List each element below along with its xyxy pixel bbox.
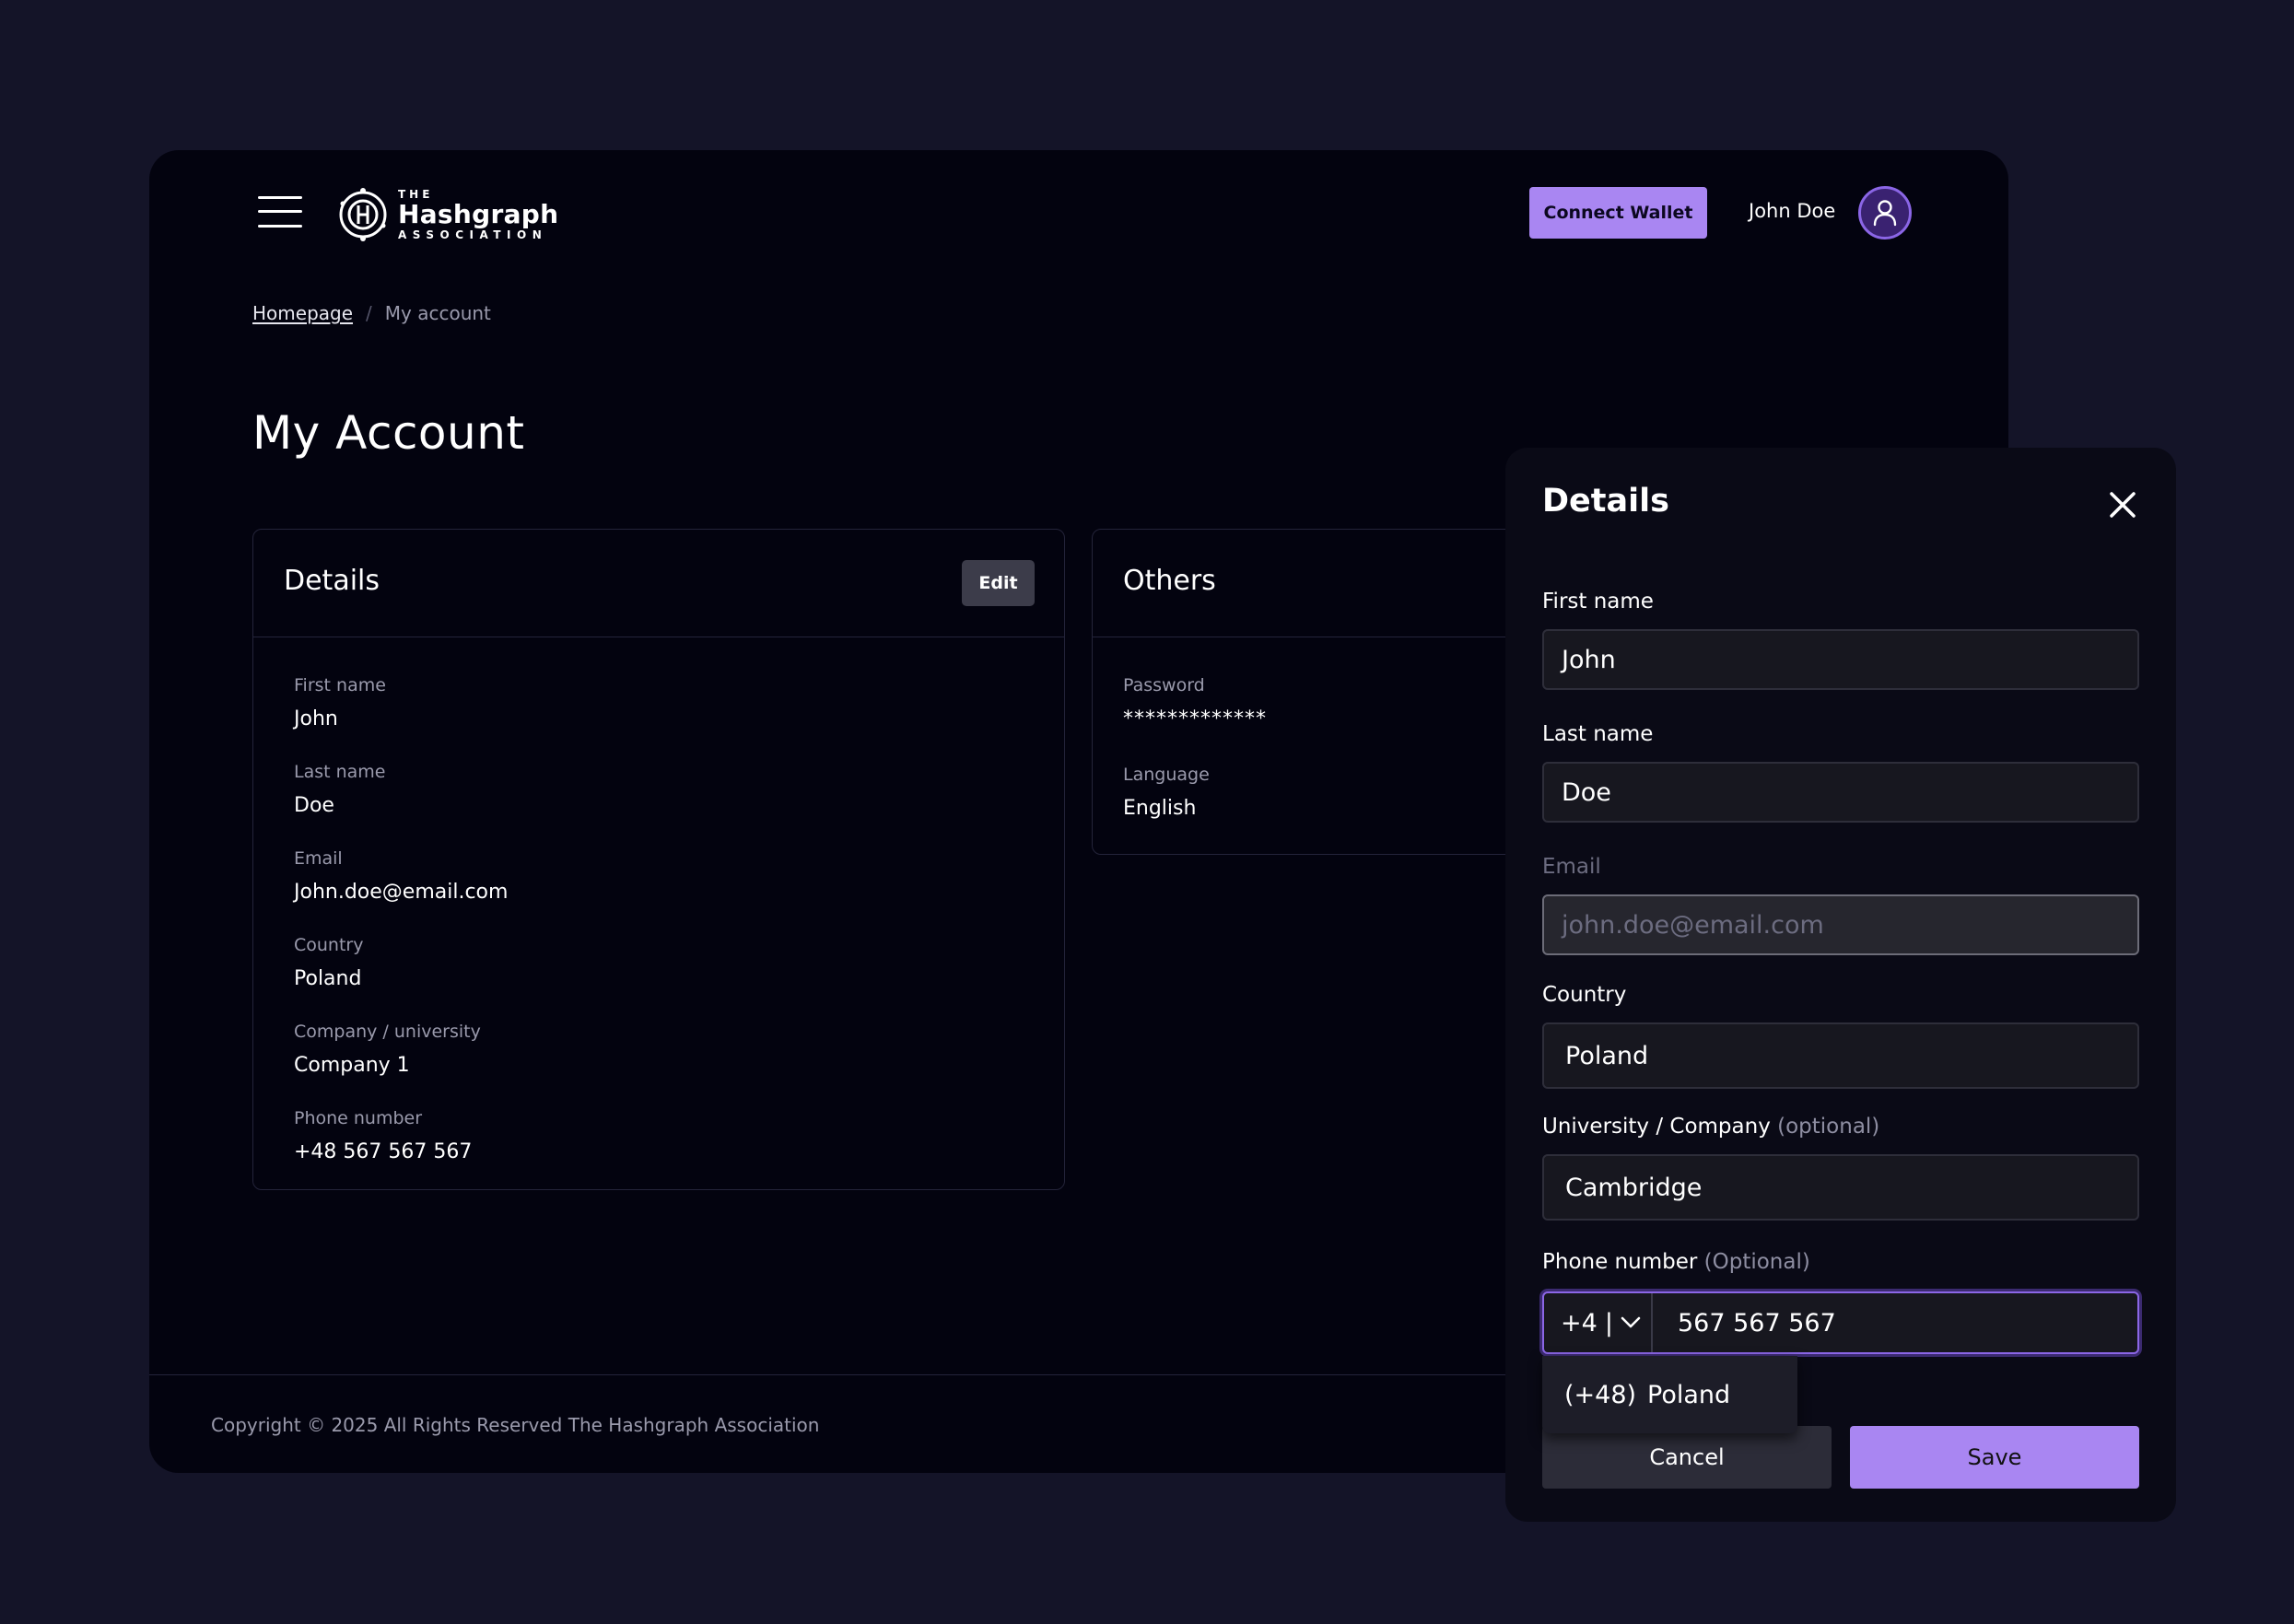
modal-title: Details bbox=[1542, 483, 1669, 520]
page-title: My Account bbox=[252, 406, 525, 460]
field-label: Company / university bbox=[294, 1022, 481, 1042]
user-name[interactable]: John Doe bbox=[1749, 200, 1835, 222]
breadcrumb-home-link[interactable]: Homepage bbox=[252, 302, 353, 324]
email-field: john.doe@email.com bbox=[1542, 894, 2139, 955]
email-label: Email bbox=[1542, 855, 1601, 879]
country-label: Country bbox=[1542, 983, 1627, 1007]
field-value: English bbox=[1123, 797, 1197, 820]
logo-line-name: Hashgraph bbox=[398, 199, 559, 229]
other-language: Language English bbox=[1123, 765, 1210, 820]
phone-input-group: +4 | 567 567 567 bbox=[1542, 1291, 2139, 1354]
detail-phone: Phone number +48 567 567 567 bbox=[294, 1108, 472, 1163]
phone-code-separator: | bbox=[1604, 1308, 1613, 1338]
last-name-label: Last name bbox=[1542, 722, 1654, 746]
logo[interactable]: THE Hashgraph ASSOCIATION bbox=[337, 185, 558, 244]
connect-wallet-button[interactable]: Connect Wallet bbox=[1529, 187, 1707, 239]
phone-label: Phone number (Optional) bbox=[1542, 1250, 1810, 1274]
phone-label-text: Phone number bbox=[1542, 1250, 1698, 1274]
field-value: ************* bbox=[1123, 707, 1267, 730]
detail-last-name: Last name Doe bbox=[294, 762, 386, 817]
field-value: Company 1 bbox=[294, 1054, 410, 1077]
edit-button[interactable]: Edit bbox=[962, 560, 1035, 606]
field-value: Doe bbox=[294, 794, 334, 817]
field-value: John bbox=[294, 707, 338, 730]
option-country: Poland bbox=[1647, 1380, 1731, 1409]
details-card: Details Edit First name John Last name D… bbox=[252, 529, 1065, 1190]
country-select[interactable]: Poland bbox=[1542, 1022, 2139, 1089]
hashgraph-logo-icon bbox=[339, 188, 387, 241]
company-optional-hint: (optional) bbox=[1777, 1115, 1880, 1139]
phone-number-input[interactable]: 567 567 567 bbox=[1653, 1293, 2137, 1352]
field-label: Language bbox=[1123, 765, 1210, 785]
company-field[interactable]: Cambridge bbox=[1542, 1154, 2139, 1221]
field-value: Poland bbox=[294, 967, 362, 990]
others-card-title: Others bbox=[1123, 565, 1216, 597]
first-name-label: First name bbox=[1542, 590, 1654, 613]
field-label: Password bbox=[1123, 675, 1205, 695]
field-label: Email bbox=[294, 848, 343, 869]
field-value: John.doe@email.com bbox=[294, 881, 509, 904]
company-label-text: University / Company bbox=[1542, 1115, 1771, 1139]
save-button[interactable]: Save bbox=[1850, 1426, 2139, 1489]
user-icon bbox=[1873, 200, 1897, 227]
phone-country-code-select[interactable]: +4 | bbox=[1544, 1293, 1653, 1352]
cancel-button[interactable]: Cancel bbox=[1542, 1426, 1832, 1489]
field-value: +48 567 567 567 bbox=[294, 1140, 473, 1163]
phone-code-value: +4 bbox=[1561, 1308, 1598, 1338]
detail-company: Company / university Company 1 bbox=[294, 1022, 481, 1077]
field-label: Last name bbox=[294, 762, 386, 782]
menu-icon[interactable] bbox=[258, 196, 302, 228]
details-card-header: Details Edit bbox=[253, 530, 1064, 637]
field-label: Phone number bbox=[294, 1108, 423, 1128]
copyright: Copyright © 2025 All Rights Reserved The… bbox=[211, 1414, 820, 1436]
country-code-option[interactable]: (+48) Poland bbox=[1542, 1356, 1797, 1433]
breadcrumb-separator: / bbox=[366, 302, 372, 324]
details-modal: Details First name John Last name Doe Em… bbox=[1505, 448, 2176, 1522]
chevron-down-icon bbox=[1621, 1316, 1641, 1328]
logo-line-association: ASSOCIATION bbox=[398, 228, 548, 241]
other-password: Password ************* bbox=[1123, 675, 1267, 730]
field-label: First name bbox=[294, 675, 386, 695]
detail-first-name: First name John bbox=[294, 675, 386, 730]
close-icon[interactable] bbox=[2106, 488, 2139, 521]
option-code: (+48) bbox=[1564, 1380, 1637, 1409]
phone-optional-hint: (Optional) bbox=[1703, 1250, 1810, 1274]
details-card-title: Details bbox=[284, 565, 380, 597]
last-name-field[interactable]: Doe bbox=[1542, 762, 2139, 823]
field-label: Country bbox=[294, 935, 364, 955]
avatar[interactable] bbox=[1858, 186, 1912, 240]
first-name-field[interactable]: John bbox=[1542, 629, 2139, 690]
detail-country: Country Poland bbox=[294, 935, 363, 990]
company-label: University / Company (optional) bbox=[1542, 1115, 1879, 1139]
detail-email: Email John.doe@email.com bbox=[294, 848, 508, 904]
breadcrumb-current: My account bbox=[384, 302, 491, 324]
breadcrumb: Homepage / My account bbox=[252, 302, 491, 324]
